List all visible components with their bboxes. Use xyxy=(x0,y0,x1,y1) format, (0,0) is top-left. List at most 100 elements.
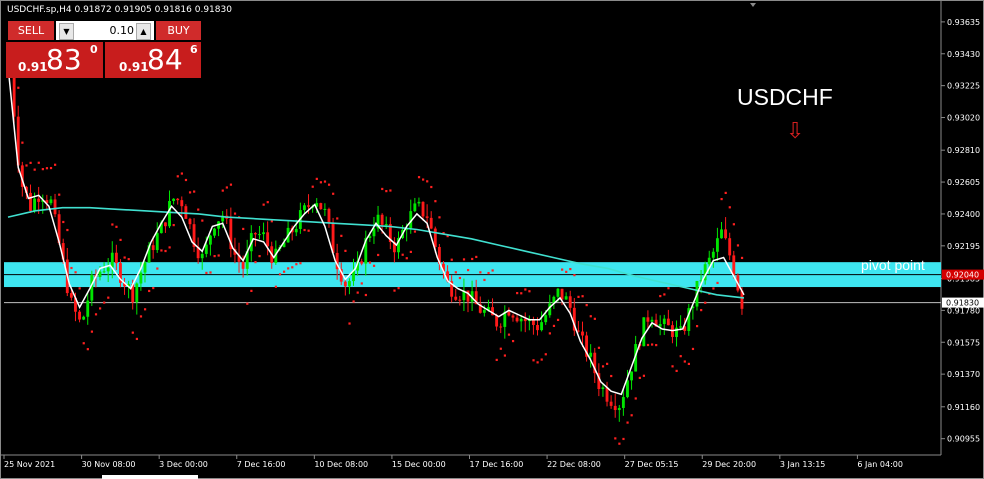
lot-size-field[interactable]: ▼ 0.10 ▲ xyxy=(56,21,154,40)
psar-dot xyxy=(426,180,429,183)
psar-dot xyxy=(589,315,592,318)
buy-price-box[interactable]: 0.91 84 6 xyxy=(105,42,201,78)
current-price-label: 0.91830 xyxy=(946,299,979,308)
y-tick-label: 0.91370 xyxy=(947,370,980,379)
psar-dot xyxy=(229,183,233,186)
lot-decrease-icon[interactable]: ▼ xyxy=(59,23,74,40)
psar-dot xyxy=(62,220,65,224)
psar-dot xyxy=(561,268,564,271)
candle-body xyxy=(662,318,666,325)
x-tick-label: 17 Dec 16:00 xyxy=(470,460,524,469)
lot-increase-icon[interactable]: ▲ xyxy=(136,23,151,40)
psar-dot xyxy=(679,355,682,358)
candle-body xyxy=(707,257,711,265)
psar-dot xyxy=(585,304,588,307)
psar-dot xyxy=(348,322,351,325)
sell-price-main: 83 xyxy=(46,43,82,76)
psar-dot xyxy=(148,289,151,293)
candle-body xyxy=(715,238,719,252)
candle-body xyxy=(617,407,621,411)
psar-dot xyxy=(131,331,134,334)
psar-dot xyxy=(716,281,719,285)
buy-button[interactable]: BUY xyxy=(156,21,201,40)
psar-dot xyxy=(740,256,744,260)
psar-dot xyxy=(377,253,380,257)
psar-dot xyxy=(393,289,396,292)
one-click-trade-panel: SELL ▼ 0.10 ▲ BUY 0.91 83 0 0.91 84 6 xyxy=(6,21,201,78)
psar-dot xyxy=(397,287,400,290)
candle-body xyxy=(732,255,736,276)
psar-dot xyxy=(601,365,605,368)
psar-dot xyxy=(37,161,40,164)
psar-dot xyxy=(225,186,228,189)
candle-body xyxy=(343,281,347,287)
psar-dot xyxy=(123,256,126,259)
psar-dot xyxy=(254,261,257,264)
psar-dot xyxy=(540,358,543,361)
psar-dot xyxy=(438,216,441,219)
psar-dot xyxy=(454,271,457,274)
sell-price-box[interactable]: 0.91 83 0 xyxy=(6,42,103,78)
candle-body xyxy=(650,319,654,322)
x-tick-label: 6 Jan 04:00 xyxy=(857,460,903,469)
candle-body xyxy=(536,324,539,331)
candle-body xyxy=(78,311,81,320)
candle-body xyxy=(139,272,143,284)
sell-button[interactable]: SELL xyxy=(8,21,54,40)
psar-dot xyxy=(516,291,519,295)
psar-dot xyxy=(389,189,392,192)
lot-size-value: 0.10 xyxy=(109,24,135,37)
sell-price-pip: 0 xyxy=(90,43,98,56)
psar-dot xyxy=(728,206,731,209)
candle-body xyxy=(200,253,204,259)
psar-dot xyxy=(450,258,453,261)
psar-dot xyxy=(143,308,147,311)
psar-dot xyxy=(86,348,89,351)
candle-body xyxy=(531,319,535,325)
candle-body xyxy=(241,261,245,269)
candle-body xyxy=(666,318,670,326)
psar-dot xyxy=(471,257,474,261)
psar-dot xyxy=(311,185,314,188)
candle-body xyxy=(143,262,147,273)
psar-dot xyxy=(614,437,617,440)
psar-dot xyxy=(58,193,61,196)
psar-dot xyxy=(49,166,53,170)
psar-dot xyxy=(405,257,408,260)
candle-body xyxy=(720,229,723,239)
psar-dot xyxy=(593,317,596,320)
psar-dot xyxy=(671,365,674,368)
psar-dot xyxy=(74,271,77,274)
psar-dot xyxy=(659,294,662,298)
x-tick-label: 22 Dec 08:00 xyxy=(547,460,601,469)
candle-body xyxy=(605,387,609,402)
candle-body xyxy=(613,405,617,411)
candle-body xyxy=(454,296,458,300)
candle-body xyxy=(37,198,41,202)
psar-dot xyxy=(319,181,322,184)
candle-body xyxy=(258,234,261,236)
psar-dot xyxy=(295,263,298,266)
candle-body xyxy=(556,288,560,297)
candle-body xyxy=(417,201,421,204)
psar-dot xyxy=(315,177,318,180)
psar-dot xyxy=(168,246,171,249)
psar-dot xyxy=(217,254,220,257)
psar-dot xyxy=(115,225,118,228)
psar-dot xyxy=(683,360,686,363)
chart-tab xyxy=(102,475,198,479)
psar-dot xyxy=(667,287,670,290)
candle-body xyxy=(303,205,306,211)
candle-body xyxy=(384,224,388,226)
y-tick-label: 0.92810 xyxy=(947,146,980,155)
candle-body xyxy=(86,300,90,317)
candle-body xyxy=(679,326,683,328)
candle-body xyxy=(53,199,57,215)
psar-dot xyxy=(704,301,707,304)
psar-dot xyxy=(107,296,110,299)
candle-body xyxy=(180,200,184,207)
psar-dot xyxy=(160,249,163,252)
psar-dot xyxy=(278,273,282,276)
candle-body xyxy=(213,228,216,236)
psar-dot xyxy=(221,189,224,192)
